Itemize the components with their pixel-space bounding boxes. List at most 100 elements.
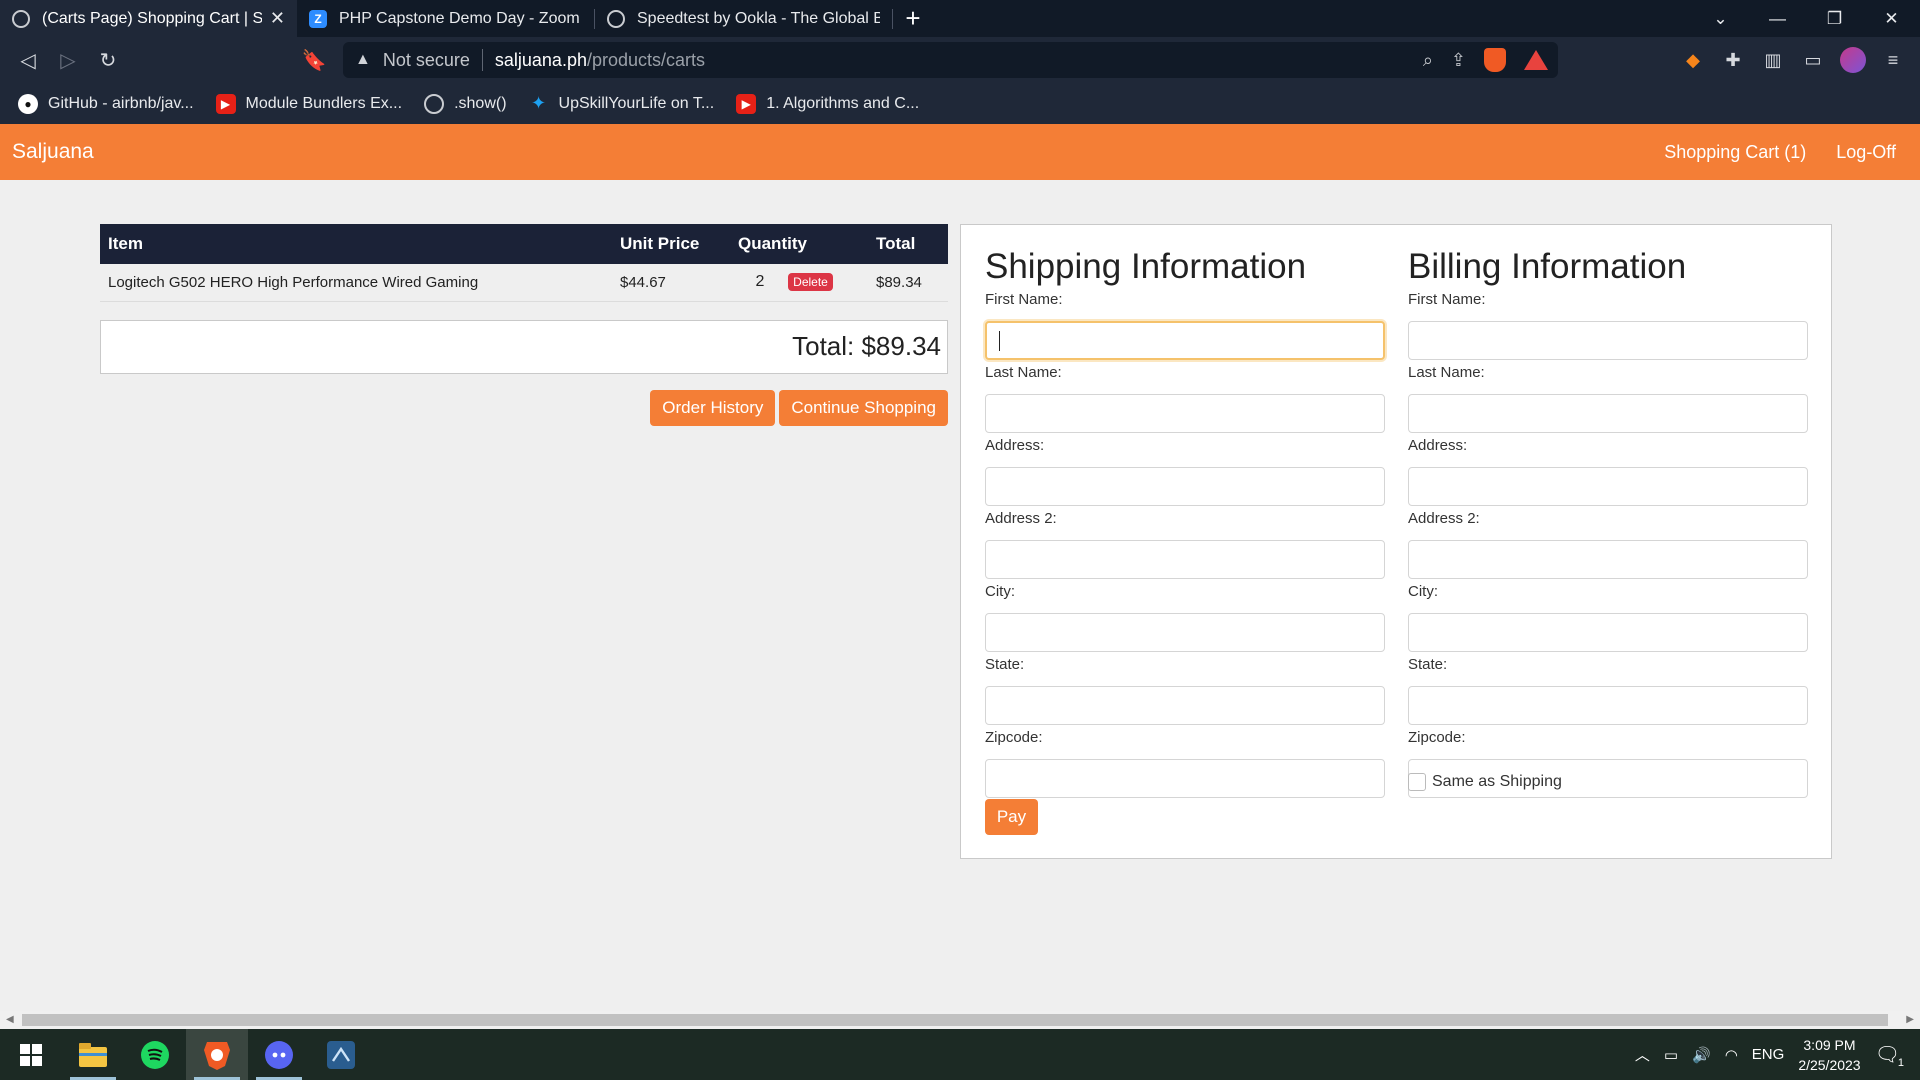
billing-title: Billing Information [1408,247,1687,286]
cart-actions: Order History Continue Shopping [100,389,948,426]
brave-browser-icon[interactable] [186,1029,248,1080]
tab-zoom[interactable]: Z PHP Capstone Demo Day - Zoom [297,0,594,37]
table-row: Logitech G502 HERO High Performance Wire… [100,264,948,302]
profile-avatar[interactable] [1840,47,1866,73]
bookmark-icon[interactable]: 🔖 [294,40,334,80]
battery-icon[interactable]: ▭ [1664,1046,1678,1064]
close-window-icon[interactable]: ✕ [1863,0,1920,37]
bookmark-label: UpSkillYourLife on T... [558,94,715,112]
security-status[interactable]: Not secure [383,50,470,71]
sidebar-icon[interactable]: ▥ [1760,47,1786,73]
shopping-cart-link[interactable]: Shopping Cart (1) [1664,142,1806,163]
scrollbar-thumb[interactable] [22,1014,1888,1026]
shipping-address2-input[interactable] [985,540,1385,579]
url-path: /products/carts [586,49,706,70]
same-as-shipping-checkbox[interactable] [1408,773,1426,791]
text-caret [999,331,1000,351]
chevron-up-icon[interactable]: ︿ [1635,1044,1650,1065]
globe-icon [12,9,30,28]
shipping-address2-label: Address 2: [985,510,1057,527]
cart-section: Item Unit Price Quantity Total Logitech … [100,224,948,426]
continue-shopping-button[interactable]: Continue Shopping [779,389,948,426]
share-icon[interactable]: ⇪ [1451,50,1466,71]
row-total: $89.34 [868,264,948,302]
language-indicator[interactable]: ENG [1752,1046,1785,1063]
reload-icon[interactable]: ↻ [88,40,128,80]
wallet-icon[interactable]: ▭ [1800,47,1826,73]
tab-search-icon[interactable]: ⌄ [1692,0,1749,37]
forward-icon[interactable]: ▷ [48,40,88,80]
tab-title: Speedtest by Ookla - The Global Broa [637,9,880,27]
discord-icon[interactable] [248,1029,310,1080]
billing-city-input[interactable] [1408,613,1808,652]
minimize-icon[interactable]: — [1749,0,1806,37]
clock[interactable]: 3:09 PM 2/25/2023 [1798,1035,1860,1075]
cart-header-row: Item Unit Price Quantity Total [100,224,948,264]
notifications-icon[interactable]: 🗨 1 [1875,1042,1904,1069]
bookmark-github[interactable]: ● GitHub - airbnb/jav... [18,93,194,114]
close-tab-icon[interactable]: ✕ [270,8,285,29]
scroll-right-icon[interactable]: ▶ [1906,1014,1914,1025]
file-explorer-icon[interactable] [62,1029,124,1080]
warning-icon[interactable]: ▲ [355,51,371,69]
shipping-address-label: Address: [985,437,1045,454]
new-tab-button[interactable]: + [893,0,933,37]
delete-button[interactable]: Delete [788,273,833,292]
billing-first-name-label: First Name: [1408,291,1486,308]
order-history-button[interactable]: Order History [650,389,776,426]
windows-start-icon[interactable] [0,1029,62,1080]
shipping-zipcode-input[interactable] [985,759,1385,798]
shipping-address-input[interactable] [985,467,1385,506]
nav-links: Shopping Cart (1) Log-Off [1664,142,1896,163]
bookmarks-bar: ● GitHub - airbnb/jav... ▶ Module Bundle… [0,83,1920,124]
billing-address2-input[interactable] [1408,540,1808,579]
address-bar[interactable]: ▲ Not secure saljuana.ph/products/carts … [343,42,1558,78]
shipping-city-input[interactable] [985,613,1385,652]
spotify-icon[interactable] [124,1029,186,1080]
shipping-zipcode-label: Zipcode: [985,729,1043,746]
header-item: Item [100,224,612,264]
log-off-link[interactable]: Log-Off [1836,142,1896,163]
billing-address-input[interactable] [1408,467,1808,506]
windows-taskbar: ︿ ▭ 🔊 ◠ ENG 3:09 PM 2/25/2023 🗨 1 [0,1029,1920,1080]
shipping-state-input[interactable] [985,686,1385,725]
brave-shields-icon[interactable] [1484,48,1506,72]
wifi-icon[interactable]: ◠ [1725,1046,1738,1064]
bookmark-upskill[interactable]: ✦ UpSkillYourLife on T... [529,93,715,114]
bookmark-algorithms[interactable]: ▶ 1. Algorithms and C... [736,93,920,114]
brand-logo[interactable]: Saljuana [12,140,94,164]
billing-state-input[interactable] [1408,686,1808,725]
restore-icon[interactable]: ❐ [1806,0,1863,37]
scroll-left-icon[interactable]: ◀ [6,1014,14,1025]
twitter-icon: ✦ [530,93,547,113]
billing-last-name-input[interactable] [1408,394,1808,433]
volume-icon[interactable]: 🔊 [1692,1046,1711,1064]
tab-speedtest[interactable]: Speedtest by Ookla - The Global Broa [595,0,892,37]
bookmark-module-bundlers[interactable]: ▶ Module Bundlers Ex... [215,93,402,114]
billing-first-name-input[interactable] [1408,321,1808,360]
address-divider [481,49,483,71]
menu-icon[interactable]: ≡ [1880,47,1906,73]
bookmark-show[interactable]: .show() [424,93,507,114]
shipping-first-name-input[interactable] [985,321,1385,360]
shipping-city-label: City: [985,583,1015,600]
youtube-icon: ▶ [215,93,236,114]
brave-rewards-icon[interactable] [1524,50,1548,70]
vscode-icon[interactable] [310,1029,372,1080]
pay-button[interactable]: Pay [985,799,1038,835]
same-as-shipping[interactable]: Same as Shipping [1408,773,1562,791]
cart-table: Item Unit Price Quantity Total Logitech … [100,224,948,302]
bookmark-label: GitHub - airbnb/jav... [48,94,194,112]
quantity-input[interactable]: 2 [738,273,782,291]
back-icon[interactable]: ◁ [8,40,48,80]
zoom-icon: Z [309,9,327,28]
extensions-puzzle-icon[interactable]: ✚ [1720,47,1746,73]
zoom-magnifier-icon[interactable]: ⌕ [1423,50,1433,71]
tab-shopping-cart[interactable]: (Carts Page) Shopping Cart | Salju ✕ [0,0,297,37]
same-as-shipping-label[interactable]: Same as Shipping [1432,773,1562,791]
metamask-icon[interactable]: ◆ [1680,47,1706,73]
notification-count: 1 [1897,1057,1904,1069]
horizontal-scrollbar[interactable]: ◀ ▶ [0,1011,1920,1029]
shipping-last-name-input[interactable] [985,394,1385,433]
bookmark-label: 1. Algorithms and C... [766,94,920,112]
